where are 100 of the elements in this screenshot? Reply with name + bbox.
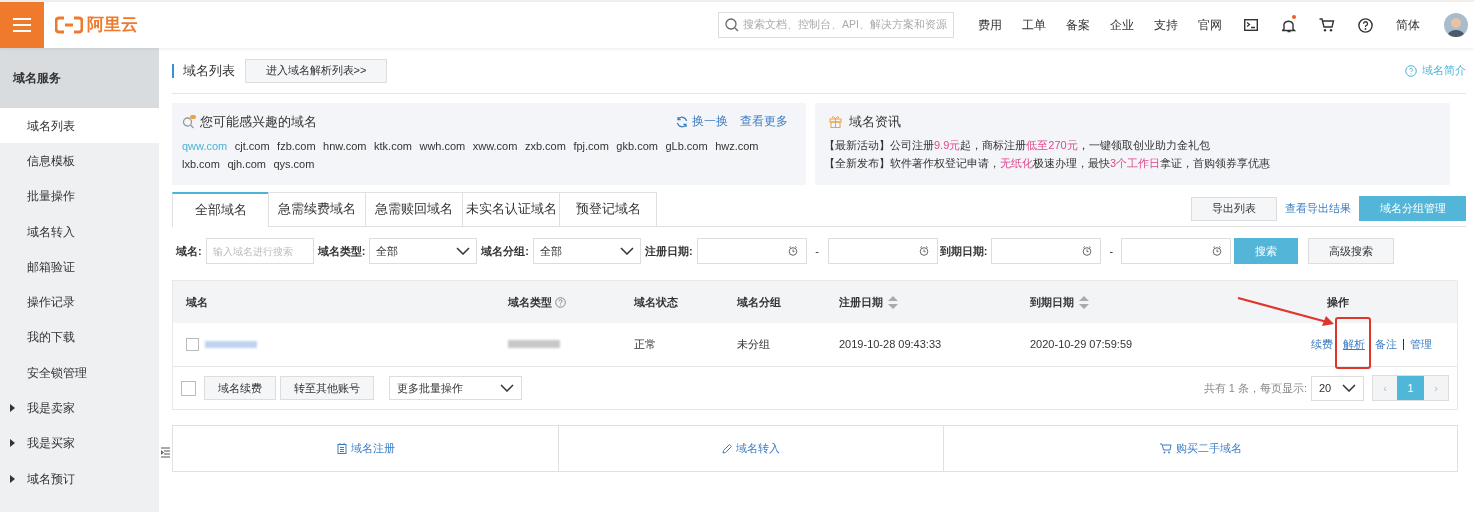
domain-link[interactable]: qys.com xyxy=(273,154,315,173)
sidebar-item[interactable]: 域名列表 xyxy=(0,108,159,144)
search-tag-icon xyxy=(182,114,196,129)
refresh-icon xyxy=(676,115,688,128)
sidebar-item[interactable]: 我是卖家 xyxy=(0,390,159,426)
menu-icon xyxy=(13,18,31,32)
domain-link[interactable]: gLb.com xyxy=(665,136,708,155)
nav-link[interactable]: 支持 xyxy=(1144,16,1188,34)
news-text: 【全新发布】软件著作权登记申请，无纸化极速办理，最快3个工作日拿证，首购领券享优惠 xyxy=(824,155,1272,171)
domain-link[interactable]: xww.com xyxy=(472,136,518,155)
avatar[interactable] xyxy=(1444,13,1468,37)
clock-icon xyxy=(787,246,798,256)
domain-link[interactable]: fzb.com xyxy=(277,136,316,155)
refresh-link[interactable]: 换一换 xyxy=(676,113,728,131)
filter-label: 域名: xyxy=(176,243,202,259)
blurred-text xyxy=(205,341,257,348)
sort-icon[interactable] xyxy=(1079,295,1089,309)
sidebar-item[interactable]: 域名转入 xyxy=(0,213,159,250)
domain-link[interactable]: cjt.com xyxy=(234,136,270,155)
help-icon xyxy=(1405,64,1417,77)
chevron-down-icon xyxy=(456,247,471,255)
nav-link[interactable]: 工单 xyxy=(1012,16,1056,34)
sidebar-item[interactable]: 信息模板 xyxy=(0,143,159,179)
nav-link[interactable]: 官网 xyxy=(1188,16,1232,34)
sidebar-title: 域名服务 xyxy=(0,48,159,108)
date-field[interactable] xyxy=(696,238,807,264)
action-link[interactable]: 备注 xyxy=(1375,338,1397,351)
bottom-link[interactable]: 域名注册 xyxy=(336,440,395,457)
select-field[interactable]: 更多批量操作 xyxy=(389,376,522,400)
checkbox[interactable] xyxy=(181,380,196,396)
nav-link[interactable]: 费用 xyxy=(968,16,1012,34)
domain-link[interactable]: fpj.com xyxy=(573,136,609,155)
pencil-icon xyxy=(722,443,732,454)
search-field[interactable]: 搜索文档、控制台、API、解决方案和资源 xyxy=(718,12,954,38)
blurred-text xyxy=(508,340,560,349)
bell-icon xyxy=(1282,17,1296,33)
sidebar-item[interactable]: 操作记录 xyxy=(0,284,159,320)
export-button[interactable]: 导出列表 xyxy=(1191,196,1277,221)
sidebar-item[interactable]: 我是买家 xyxy=(0,425,159,461)
column-header: 域名分组 xyxy=(737,294,781,310)
select-field[interactable]: 全部 xyxy=(369,238,478,264)
language-link[interactable]: 简体 xyxy=(1388,16,1428,34)
date-field[interactable] xyxy=(1121,238,1232,264)
pagination-summary: 共有 1 条，每页显示: xyxy=(1203,380,1307,396)
chevron-down-icon xyxy=(1342,384,1356,392)
search-input[interactable]: 输入域名进行搜索 xyxy=(205,238,314,264)
sidebar-item[interactable]: 邮箱验证 xyxy=(0,249,159,285)
chevron-down-icon xyxy=(620,247,634,255)
action-link[interactable]: 管理 xyxy=(1410,338,1432,351)
card-title: 您可能感兴趣的域名 xyxy=(200,113,317,131)
date-field[interactable] xyxy=(827,238,938,264)
page-size-select[interactable]: 20 xyxy=(1311,375,1364,401)
terminal-icon xyxy=(1244,19,1258,31)
clock-icon xyxy=(1082,246,1093,256)
batch-button[interactable]: 转至其他账号 xyxy=(280,376,374,400)
domain-link[interactable]: wwh.com xyxy=(419,136,466,155)
table-cell: 未分组 xyxy=(737,338,770,351)
sort-icon[interactable] xyxy=(888,295,898,309)
card-title: 域名资讯 xyxy=(849,113,901,131)
domain-link[interactable]: ktk.com xyxy=(374,136,412,155)
enter-dns-list-button[interactable]: 进入域名解析列表>> xyxy=(245,58,387,83)
logo-icon xyxy=(55,16,83,34)
filter-label: 注册日期: xyxy=(645,243,693,259)
bottom-link[interactable]: 域名转入 xyxy=(722,440,780,457)
action-link[interactable]: 解析 xyxy=(1343,338,1365,351)
export-results-link[interactable]: 查看导出结果 xyxy=(1285,200,1351,217)
clock-icon xyxy=(918,246,929,256)
filter-label: 域名分组: xyxy=(481,243,529,259)
bottom-link[interactable]: 购买二手域名 xyxy=(1159,440,1242,457)
dash-text: - xyxy=(1108,243,1115,259)
table-cell: 2019-10-28 09:43:33 xyxy=(839,338,942,351)
domain-link[interactable]: hnw.com xyxy=(323,136,367,155)
advanced-search-button[interactable]: 高级搜索 xyxy=(1308,238,1395,264)
nav-link[interactable]: 企业 xyxy=(1100,16,1144,34)
column-header: 域名 xyxy=(186,294,208,310)
checkbox[interactable] xyxy=(186,338,199,351)
table-cell: 2020-10-29 07:59:59 xyxy=(1030,338,1133,351)
domain-link[interactable]: lxb.com xyxy=(182,154,220,173)
action-link[interactable]: 续费 xyxy=(1311,338,1333,351)
logo-text: 阿里云 xyxy=(87,14,138,37)
cart-icon xyxy=(1159,443,1172,454)
more-link[interactable]: 查看更多 xyxy=(740,113,788,131)
domain-link[interactable]: hwz.com xyxy=(715,136,759,155)
domain-link[interactable]: gkb.com xyxy=(616,136,658,155)
batch-button[interactable]: 域名续费 xyxy=(204,376,276,400)
sidebar-item[interactable]: 我的下载 xyxy=(0,319,159,356)
date-field[interactable] xyxy=(991,238,1102,264)
menu-button[interactable] xyxy=(0,2,44,48)
sidebar-item[interactable]: 批量操作 xyxy=(0,178,159,214)
domain-link[interactable]: zxb.com xyxy=(524,136,566,155)
select-field[interactable]: 全部 xyxy=(533,238,641,264)
tab[interactable]: 预登记域名 xyxy=(559,192,657,226)
column-header: 域名状态 xyxy=(634,294,678,310)
domain-link[interactable]: qjh.com xyxy=(227,154,266,173)
nav-link[interactable]: 备案 xyxy=(1056,16,1100,34)
table-cell: 正常 xyxy=(634,338,656,351)
tab[interactable]: 全部域名 xyxy=(172,192,269,227)
sidebar-item[interactable]: 安全锁管理 xyxy=(0,355,159,391)
column-header: 到期日期 xyxy=(1030,294,1074,310)
sidebar-item[interactable]: 域名预订 xyxy=(0,460,159,497)
